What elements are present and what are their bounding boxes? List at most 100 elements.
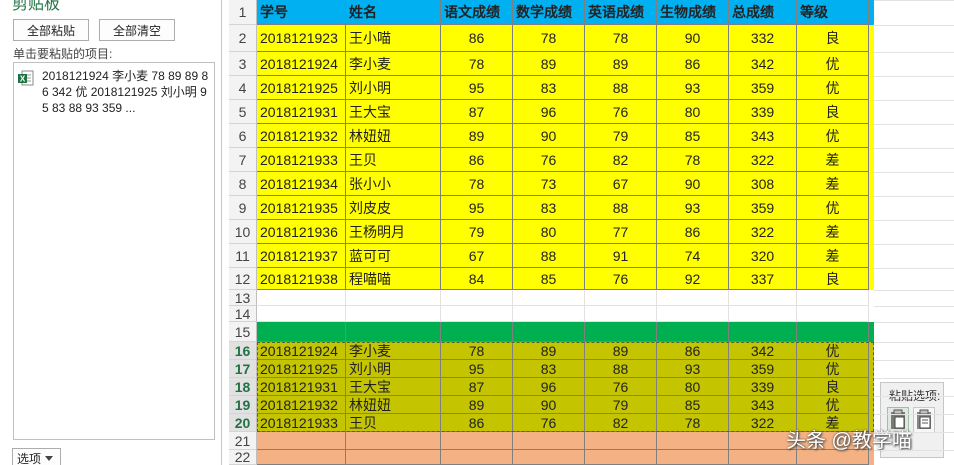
table-cell[interactable]: 359: [729, 76, 797, 100]
table-cell[interactable]: [729, 306, 797, 322]
row-header[interactable]: 4: [229, 76, 257, 100]
table-cell[interactable]: 王贝: [346, 148, 441, 172]
table-cell[interactable]: 339: [729, 100, 797, 124]
row-header[interactable]: 14: [229, 306, 257, 322]
table-cell[interactable]: 90: [513, 396, 585, 414]
table-cell[interactable]: 79: [585, 124, 657, 148]
table-cell[interactable]: 78: [657, 148, 729, 172]
clipboard-item[interactable]: X 2018121924 李小麦 78 89 89 86 342 优 20181…: [18, 68, 212, 116]
table-cell[interactable]: 程喵喵: [346, 268, 441, 290]
table-cell[interactable]: 86: [657, 52, 729, 76]
table-cell[interactable]: 337: [729, 268, 797, 290]
table-cell[interactable]: 359: [729, 360, 797, 378]
row-header[interactable]: 20: [229, 414, 257, 432]
table-cell[interactable]: 良: [797, 268, 869, 290]
table-cell[interactable]: 83: [513, 196, 585, 220]
row-header[interactable]: 1: [229, 0, 257, 25]
table-cell[interactable]: 89: [585, 342, 657, 360]
table-cell[interactable]: 79: [441, 220, 513, 244]
table-cell[interactable]: [441, 432, 513, 450]
table-cell[interactable]: 96: [513, 378, 585, 396]
table-cell[interactable]: 王小喵: [346, 25, 441, 52]
table-cell[interactable]: 79: [585, 396, 657, 414]
table-cell[interactable]: 93: [657, 196, 729, 220]
table-cell[interactable]: 蓝可可: [346, 244, 441, 268]
table-cell[interactable]: [441, 306, 513, 322]
table-cell[interactable]: 2018121925: [257, 360, 346, 378]
table-cell[interactable]: 2018121931: [257, 378, 346, 396]
table-cell[interactable]: 优: [797, 342, 869, 360]
table-cell[interactable]: 王杨明月: [346, 220, 441, 244]
table-cell[interactable]: 良: [797, 378, 869, 396]
row-header[interactable]: 10: [229, 220, 257, 244]
table-cell[interactable]: 78: [441, 172, 513, 196]
table-cell[interactable]: [657, 290, 729, 306]
column-header-cell[interactable]: 生物成绩: [657, 0, 729, 25]
row-header[interactable]: 17: [229, 360, 257, 378]
table-cell[interactable]: 86: [441, 414, 513, 432]
table-cell[interactable]: 李小麦: [346, 52, 441, 76]
table-cell[interactable]: 王大宝: [346, 378, 441, 396]
table-cell[interactable]: 83: [513, 76, 585, 100]
row-header[interactable]: 9: [229, 196, 257, 220]
table-cell[interactable]: 2018121935: [257, 196, 346, 220]
table-cell[interactable]: 78: [513, 25, 585, 52]
table-cell[interactable]: 82: [585, 148, 657, 172]
table-cell[interactable]: 322: [729, 220, 797, 244]
table-cell[interactable]: [346, 450, 441, 465]
table-cell[interactable]: 良: [797, 100, 869, 124]
table-cell[interactable]: 76: [513, 414, 585, 432]
table-cell[interactable]: 85: [657, 124, 729, 148]
table-cell[interactable]: 342: [729, 52, 797, 76]
table-cell[interactable]: [441, 450, 513, 465]
table-cell[interactable]: [797, 306, 869, 322]
table-cell[interactable]: 76: [585, 378, 657, 396]
table-cell[interactable]: [585, 432, 657, 450]
table-cell[interactable]: 67: [441, 244, 513, 268]
table-cell[interactable]: 优: [797, 396, 869, 414]
table-cell[interactable]: 89: [585, 52, 657, 76]
table-cell[interactable]: 76: [585, 100, 657, 124]
table-cell[interactable]: 优: [797, 52, 869, 76]
table-cell[interactable]: 林妞妞: [346, 124, 441, 148]
table-cell[interactable]: 2018121932: [257, 124, 346, 148]
table-cell[interactable]: 80: [657, 378, 729, 396]
row-header[interactable]: 12: [229, 268, 257, 290]
table-cell[interactable]: [657, 322, 729, 342]
table-cell[interactable]: [585, 450, 657, 465]
table-cell[interactable]: 2018121938: [257, 268, 346, 290]
table-cell[interactable]: [257, 290, 346, 306]
table-cell[interactable]: 76: [585, 268, 657, 290]
table-cell[interactable]: [513, 290, 585, 306]
table-cell[interactable]: [346, 322, 441, 342]
table-cell[interactable]: 93: [657, 360, 729, 378]
table-cell[interactable]: [657, 306, 729, 322]
table-cell[interactable]: 78: [585, 25, 657, 52]
row-header[interactable]: 6: [229, 124, 257, 148]
table-cell[interactable]: 刘小明: [346, 76, 441, 100]
table-cell[interactable]: 322: [729, 148, 797, 172]
row-header[interactable]: 5: [229, 100, 257, 124]
column-header-cell[interactable]: 总成绩: [729, 0, 797, 25]
table-cell[interactable]: 73: [513, 172, 585, 196]
paste-values-button[interactable]: [913, 407, 935, 433]
table-cell[interactable]: 342: [729, 342, 797, 360]
column-header-cell[interactable]: 学号: [257, 0, 346, 25]
table-cell[interactable]: 差: [797, 172, 869, 196]
row-header[interactable]: 15: [229, 322, 257, 342]
options-button[interactable]: 选项: [12, 448, 61, 465]
table-cell[interactable]: 77: [585, 220, 657, 244]
table-cell[interactable]: [657, 432, 729, 450]
table-cell[interactable]: 80: [657, 100, 729, 124]
table-cell[interactable]: 张小小: [346, 172, 441, 196]
table-cell[interactable]: 95: [441, 360, 513, 378]
row-header[interactable]: 13: [229, 290, 257, 306]
table-cell[interactable]: 343: [729, 124, 797, 148]
table-cell[interactable]: [585, 290, 657, 306]
table-cell[interactable]: 92: [657, 268, 729, 290]
table-cell[interactable]: 78: [441, 342, 513, 360]
row-header[interactable]: 2: [229, 25, 257, 52]
table-cell[interactable]: 93: [657, 76, 729, 100]
table-cell[interactable]: [257, 306, 346, 322]
table-cell[interactable]: 2018121925: [257, 76, 346, 100]
